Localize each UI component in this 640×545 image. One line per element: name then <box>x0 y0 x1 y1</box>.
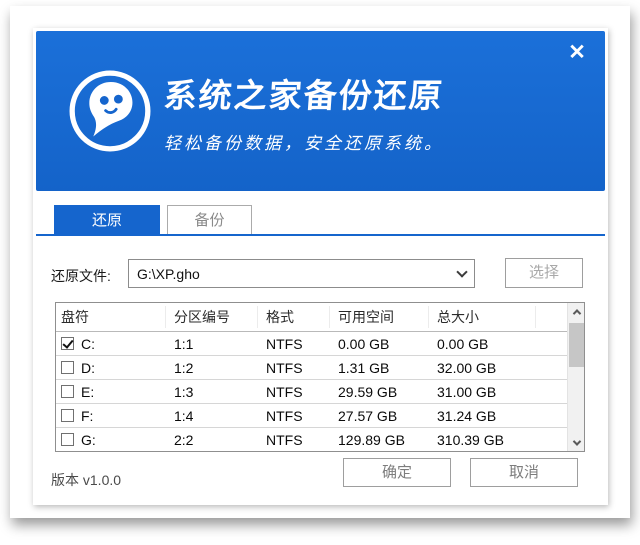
select-file-button[interactable]: 选择 <box>505 258 583 288</box>
close-icon[interactable]: ✕ <box>563 39 591 67</box>
titles: 系统之家备份还原 轻松备份数据，安全还原系统。 <box>164 69 444 154</box>
cell-drive: C: <box>56 336 166 352</box>
table-scrollbar[interactable] <box>567 303 584 451</box>
table-row[interactable]: E: 1:3NTFS29.59 GB31.00 GB <box>56 380 567 404</box>
cell-free-space: 129.89 GB <box>330 432 429 448</box>
app-window: ✕ 系统之家备份还原 轻松备份数据，安全还原系统。 还原 备份 还原文件: <box>33 28 608 505</box>
cell-format: NTFS <box>258 360 330 376</box>
col-header-drive[interactable]: 盘符 <box>56 306 166 328</box>
cell-total-size: 31.00 GB <box>429 384 536 400</box>
col-header-partition[interactable]: 分区编号 <box>166 306 258 328</box>
cell-total-size: 32.00 GB <box>429 360 536 376</box>
cell-partition: 1:4 <box>166 408 258 424</box>
cell-format: NTFS <box>258 336 330 352</box>
tab-backup[interactable]: 备份 <box>167 205 252 234</box>
app-title: 系统之家备份还原 <box>162 69 445 117</box>
cell-partition: 1:2 <box>166 360 258 376</box>
banner: ✕ 系统之家备份还原 轻松备份数据，安全还原系统。 <box>36 31 605 191</box>
drive-letter: E: <box>81 384 94 400</box>
checkbox-checked-icon[interactable] <box>61 337 74 350</box>
cell-free-space: 1.31 GB <box>330 360 429 376</box>
checkbox-icon[interactable] <box>61 361 74 374</box>
cell-free-space: 0.00 GB <box>330 336 429 352</box>
partition-table: 盘符 分区编号 格式 可用空间 总大小 C:1:1NTFS0.00 GB0.00… <box>55 302 585 452</box>
restore-file-value: G:\XP.gho <box>137 266 458 282</box>
scroll-down-icon[interactable] <box>568 434 585 451</box>
version-label: 版本 v1.0.0 <box>51 470 121 490</box>
tab-restore[interactable]: 还原 <box>54 205 160 236</box>
drive-letter: C: <box>81 336 95 352</box>
cell-partition: 1:3 <box>166 384 258 400</box>
col-header-free-space[interactable]: 可用空间 <box>330 306 429 328</box>
cell-total-size: 0.00 GB <box>429 336 536 352</box>
article-image-card: ✕ 系统之家备份还原 轻松备份数据，安全还原系统。 还原 备份 还原文件: <box>10 6 630 518</box>
cell-total-size: 310.39 GB <box>429 432 536 448</box>
cell-format: NTFS <box>258 408 330 424</box>
scrollbar-thumb[interactable] <box>569 323 584 367</box>
brand: 系统之家备份还原 轻松备份数据，安全还原系统。 <box>66 67 444 155</box>
table-body: C:1:1NTFS0.00 GB0.00 GBD:1:2NTFS1.31 GB3… <box>56 332 567 451</box>
cell-format: NTFS <box>258 384 330 400</box>
drive-letter: G: <box>81 432 96 448</box>
ghost-logo-icon <box>66 67 154 155</box>
ok-button[interactable]: 确定 <box>343 458 451 487</box>
table-row[interactable]: D: 1:2NTFS1.31 GB32.00 GB <box>56 356 567 380</box>
table-row[interactable]: F: 1:4NTFS27.57 GB31.24 GB <box>56 404 567 428</box>
table-row[interactable]: G: 2:2NTFS129.89 GB310.39 GB <box>56 428 567 451</box>
cell-drive: G: <box>56 432 166 448</box>
checkbox-icon[interactable] <box>61 433 74 446</box>
cell-partition: 1:1 <box>166 336 258 352</box>
table-row[interactable]: C:1:1NTFS0.00 GB0.00 GB <box>56 332 567 356</box>
col-header-total-size[interactable]: 总大小 <box>429 306 536 328</box>
cell-drive: D: <box>56 360 166 376</box>
col-header-format[interactable]: 格式 <box>258 306 330 328</box>
drive-letter: F: <box>81 408 93 424</box>
app-subtitle: 轻松备份数据，安全还原系统。 <box>164 129 444 154</box>
chevron-down-icon <box>456 266 467 277</box>
restore-file-combobox[interactable]: G:\XP.gho <box>128 259 475 288</box>
cell-drive: F: <box>56 408 166 424</box>
restore-file-label: 还原文件: <box>51 266 111 286</box>
cell-format: NTFS <box>258 432 330 448</box>
cell-free-space: 27.57 GB <box>330 408 429 424</box>
checkbox-icon[interactable] <box>61 409 74 422</box>
cell-free-space: 29.59 GB <box>330 384 429 400</box>
scroll-up-icon[interactable] <box>568 303 585 320</box>
cell-partition: 2:2 <box>166 432 258 448</box>
cell-total-size: 31.24 GB <box>429 408 536 424</box>
table-header: 盘符 分区编号 格式 可用空间 总大小 <box>56 303 567 332</box>
col-header-filler <box>536 306 567 328</box>
cell-drive: E: <box>56 384 166 400</box>
tab-underline <box>36 234 605 236</box>
drive-letter: D: <box>81 360 95 376</box>
checkbox-icon[interactable] <box>61 385 74 398</box>
cancel-button[interactable]: 取消 <box>470 458 578 487</box>
